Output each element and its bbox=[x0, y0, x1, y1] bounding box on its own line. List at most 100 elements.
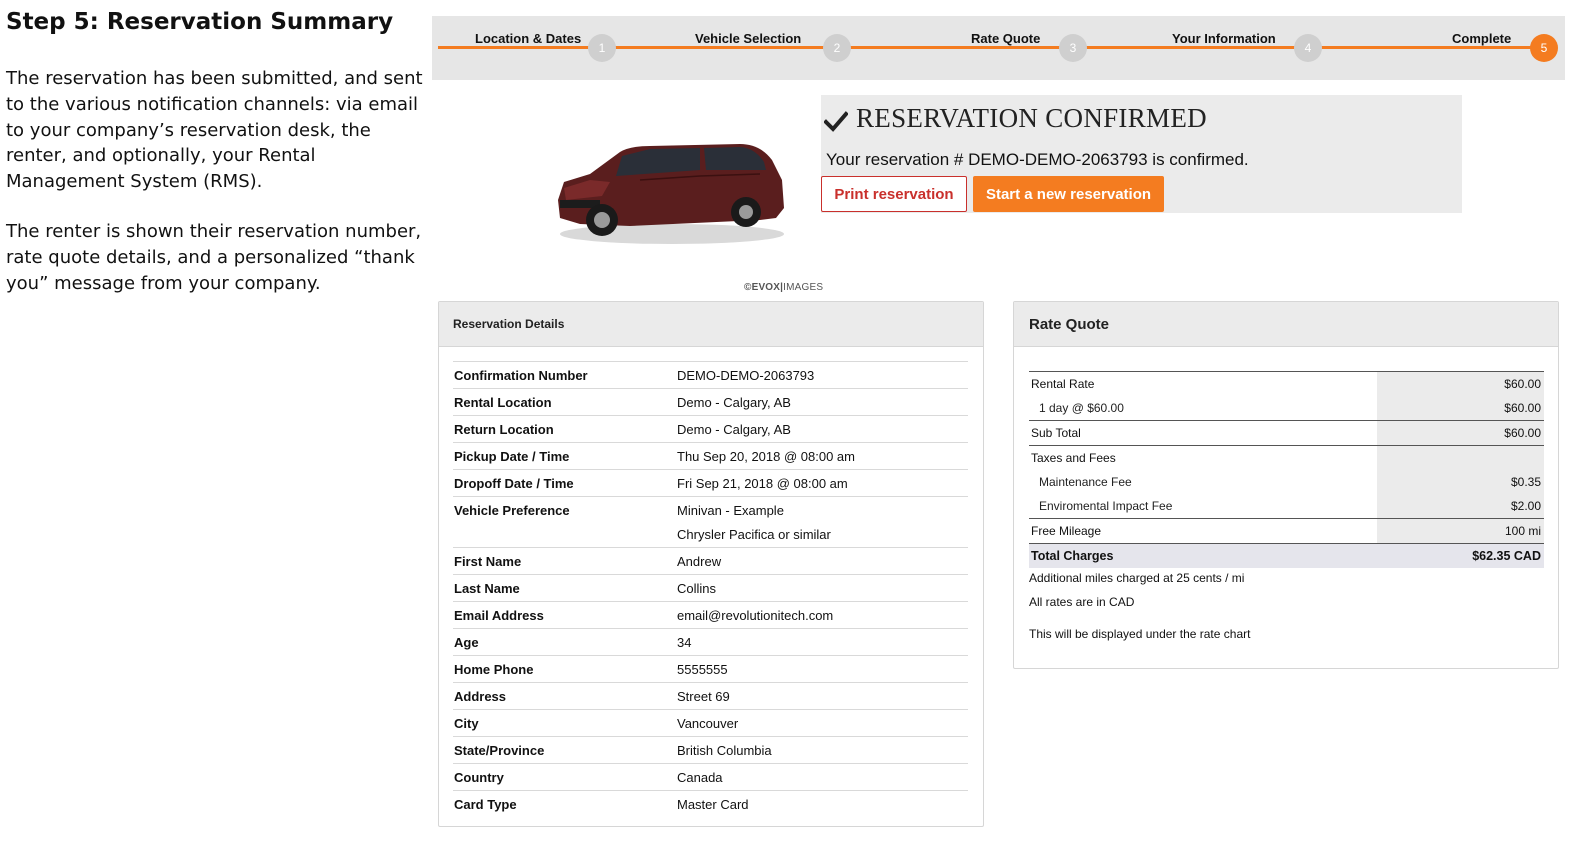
detail-value: Fri Sep 21, 2018 @ 08:00 am bbox=[676, 469, 968, 497]
detail-label: Address bbox=[453, 682, 676, 710]
table-row: Confirmation Number DEMO-DEMO-2063793 bbox=[453, 361, 968, 389]
step-label-rate-quote[interactable]: Rate Quote bbox=[971, 31, 1040, 46]
table-row: Pickup Date / Time Thu Sep 20, 2018 @ 08:… bbox=[453, 442, 968, 470]
detail-value: Demo - Calgary, AB bbox=[676, 388, 968, 416]
rate-quote-table: Rental Rate $60.00 1 day @ $60.00 $60.00 S… bbox=[1029, 371, 1544, 568]
detail-label: Last Name bbox=[453, 574, 676, 602]
rate-label: 1 day @ $60.00 bbox=[1039, 401, 1124, 415]
checkmark-icon bbox=[824, 111, 848, 132]
step-number-5: 5 bbox=[1530, 34, 1558, 62]
detail-label: Confirmation Number bbox=[453, 361, 676, 389]
print-reservation-button[interactable]: Print reservation bbox=[821, 176, 967, 212]
table-row: State/Province British Columbia bbox=[453, 736, 968, 764]
intro-paragraph-1: The reservation has been submitted, and … bbox=[6, 68, 423, 193]
detail-value: 5555555 bbox=[676, 655, 968, 683]
table-row: Address Street 69 bbox=[453, 682, 968, 710]
detail-value: Street 69 bbox=[676, 682, 968, 710]
detail-value: Vancouver bbox=[676, 709, 968, 737]
table-row: 1 day @ $60.00 $60.00 bbox=[1029, 396, 1544, 421]
detail-label: Dropoff Date / Time bbox=[453, 469, 676, 497]
reservation-details-table: Confirmation Number DEMO-DEMO-2063793 Ren… bbox=[453, 361, 968, 817]
detail-label: First Name bbox=[453, 547, 676, 575]
table-row: First Name Andrew bbox=[453, 547, 968, 575]
intro-paragraph-2: The renter is shown their reservation nu… bbox=[6, 221, 422, 294]
table-row: Home Phone 5555555 bbox=[453, 655, 968, 683]
rate-label: Sub Total bbox=[1029, 420, 1377, 446]
rate-label: Free Mileage bbox=[1029, 518, 1377, 544]
table-row: Maintenance Fee $0.35 bbox=[1029, 470, 1544, 494]
step-number-4[interactable]: 4 bbox=[1294, 34, 1322, 62]
table-row: Vehicle Preference Minivan - Example Chrys… bbox=[453, 496, 968, 548]
page-title: Step 5: Reservation Summary bbox=[6, 9, 394, 35]
reservation-details-title: Reservation Details bbox=[453, 317, 565, 331]
rate-amount: $0.35 bbox=[1377, 470, 1544, 494]
confirmation-heading: RESERVATION CONFIRMED bbox=[856, 103, 1207, 133]
table-row: City Vancouver bbox=[453, 709, 968, 737]
detail-label: City bbox=[453, 709, 676, 737]
table-row: Rental Location Demo - Calgary, AB bbox=[453, 388, 968, 416]
vehicle-preference-model: Chrysler Pacifica or similar bbox=[677, 527, 831, 542]
detail-value: Master Card bbox=[676, 790, 968, 817]
total-amount: $62.35 CAD bbox=[1377, 543, 1544, 568]
detail-value: email@revolutionitech.com bbox=[676, 601, 968, 629]
image-credit-brand: ©EVOX bbox=[744, 282, 781, 293]
rate-note-display: This will be displayed under the rate ch… bbox=[1029, 627, 1251, 641]
image-credit: ©EVOX|IMAGES bbox=[744, 282, 824, 293]
detail-label: Return Location bbox=[453, 415, 676, 443]
detail-label: State/Province bbox=[453, 736, 676, 764]
start-new-reservation-button[interactable]: Start a new reservation bbox=[973, 176, 1164, 212]
detail-value: Demo - Calgary, AB bbox=[676, 415, 968, 443]
detail-value: DEMO-DEMO-2063793 bbox=[676, 361, 968, 389]
rate-amount: $2.00 bbox=[1377, 494, 1544, 519]
table-row: Enviromental Impact Fee $2.00 bbox=[1029, 494, 1544, 519]
image-credit-suffix: IMAGES bbox=[783, 282, 824, 293]
rate-label: Rental Rate bbox=[1029, 371, 1377, 396]
detail-value: Collins bbox=[676, 574, 968, 602]
rate-label: Maintenance Fee bbox=[1039, 475, 1132, 489]
table-row: Age 34 bbox=[453, 628, 968, 656]
detail-value-multiline: Minivan - Example Chrysler Pacifica or si… bbox=[676, 496, 968, 548]
step-label-location-dates[interactable]: Location & Dates bbox=[475, 31, 581, 46]
rate-amount bbox=[1377, 445, 1544, 470]
step-number-2[interactable]: 2 bbox=[823, 34, 851, 62]
rate-amount: $60.00 bbox=[1377, 420, 1544, 446]
table-row: Free Mileage 100 mi bbox=[1029, 518, 1544, 544]
table-row: Country Canada bbox=[453, 763, 968, 791]
vehicle-image bbox=[558, 144, 784, 244]
detail-label: Email Address bbox=[453, 601, 676, 629]
vehicle-preference-class: Minivan - Example bbox=[677, 503, 784, 518]
rate-amount: $60.00 bbox=[1377, 396, 1544, 421]
detail-value: British Columbia bbox=[676, 736, 968, 764]
table-row: Last Name Collins bbox=[453, 574, 968, 602]
rate-amount: 100 mi bbox=[1377, 518, 1544, 544]
detail-label: Pickup Date / Time bbox=[453, 442, 676, 470]
table-row: Total Charges $62.35 CAD bbox=[1029, 543, 1544, 568]
table-row: Taxes and Fees bbox=[1029, 445, 1544, 470]
step-label-vehicle-selection[interactable]: Vehicle Selection bbox=[695, 31, 801, 46]
detail-label: Age bbox=[453, 628, 676, 656]
rate-note-currency: All rates are in CAD bbox=[1029, 595, 1135, 609]
rate-amount: $60.00 bbox=[1377, 371, 1544, 396]
table-row: Card Type Master Card bbox=[453, 790, 968, 817]
detail-value: Canada bbox=[676, 763, 968, 791]
confirmation-message: Your reservation # DEMO-DEMO-2063793 is … bbox=[826, 150, 1249, 169]
detail-label: Card Type bbox=[453, 790, 676, 817]
table-row: Return Location Demo - Calgary, AB bbox=[453, 415, 968, 443]
detail-label: Country bbox=[453, 763, 676, 791]
table-row: Dropoff Date / Time Fri Sep 21, 2018 @ 08… bbox=[453, 469, 968, 497]
detail-value: Andrew bbox=[676, 547, 968, 575]
rate-quote-title: Rate Quote bbox=[1029, 316, 1110, 333]
table-row: Sub Total $60.00 bbox=[1029, 420, 1544, 446]
step-label-complete: Complete bbox=[1452, 31, 1512, 46]
step-number-1[interactable]: 1 bbox=[588, 34, 616, 62]
total-label: Total Charges bbox=[1029, 543, 1377, 568]
step-number-3[interactable]: 3 bbox=[1059, 34, 1087, 62]
detail-value: 34 bbox=[676, 628, 968, 656]
rate-note-mileage: Additional miles charged at 25 cents / m… bbox=[1029, 571, 1245, 585]
table-row: Rental Rate $60.00 bbox=[1029, 371, 1544, 396]
detail-label: Vehicle Preference bbox=[453, 496, 676, 548]
step-label-your-information[interactable]: Your Information bbox=[1172, 31, 1276, 46]
detail-label: Rental Location bbox=[453, 388, 676, 416]
rate-label: Taxes and Fees bbox=[1029, 445, 1377, 470]
detail-label: Home Phone bbox=[453, 655, 676, 683]
